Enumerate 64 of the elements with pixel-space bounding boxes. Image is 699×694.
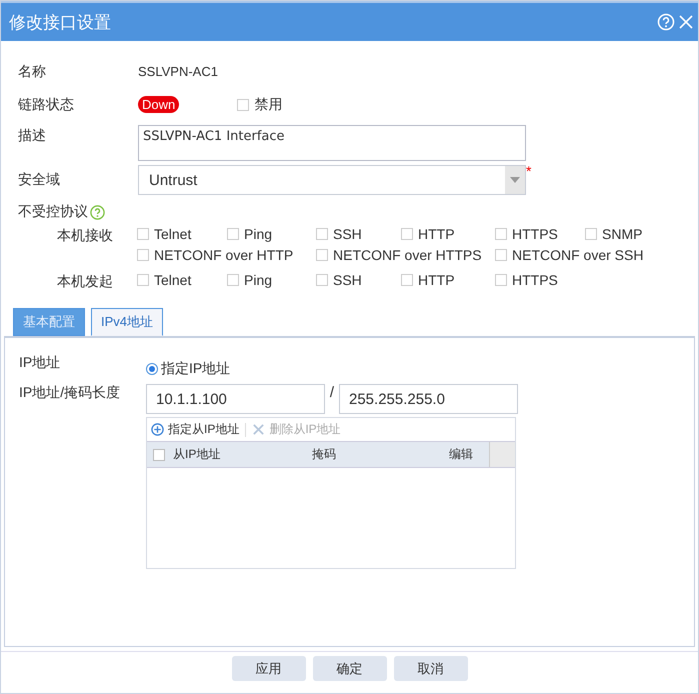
field-label: 链路状态	[18, 96, 75, 114]
checkbox[interactable]	[495, 249, 507, 261]
checkbox[interactable]	[227, 274, 239, 286]
field-label: 不受控协议	[18, 203, 88, 221]
cross-icon	[252, 423, 266, 436]
checkbox-label: HTTP	[418, 225, 455, 243]
checkbox-label: SSH	[333, 225, 362, 243]
checkbox-label: Telnet	[154, 271, 192, 289]
checkbox[interactable]	[495, 274, 507, 286]
checkbox-label: SSH	[333, 271, 362, 289]
checkbox-label: NETCONF over SSH	[512, 246, 644, 264]
checkbox[interactable]	[316, 228, 328, 240]
checkbox[interactable]	[316, 274, 328, 286]
checkbox[interactable]	[137, 228, 149, 240]
checkbox[interactable]	[316, 249, 328, 261]
dialog-button[interactable]: 取消	[394, 656, 468, 681]
column-header: 编辑	[449, 446, 474, 463]
column-header: 掩码	[312, 446, 337, 463]
checkbox[interactable]	[137, 249, 149, 261]
help-icon[interactable]	[90, 204, 105, 220]
checkbox[interactable]	[495, 228, 507, 240]
group-label: 本机发起	[57, 272, 114, 291]
radio-button[interactable]	[146, 363, 158, 375]
checkbox[interactable]	[585, 228, 597, 240]
name-value: SSLVPN-AC1	[138, 64, 218, 79]
checkbox[interactable]	[153, 448, 165, 460]
field-label: 描述	[18, 127, 47, 145]
checkbox-label: NETCONF over HTTP	[154, 246, 294, 264]
checkbox-label: Telnet	[154, 225, 192, 243]
window-title: 修改接口设置	[9, 12, 112, 34]
address-field[interactable]: 10.1.1.100	[146, 384, 325, 414]
checkbox-label: SNMP	[602, 225, 642, 243]
checkbox[interactable]	[237, 98, 250, 110]
zone-dropdown[interactable]: Untrust	[138, 165, 526, 195]
checkbox-label: HTTPS	[512, 225, 558, 243]
column-header: 从IP地址	[173, 446, 222, 463]
caret-icon[interactable]	[510, 177, 520, 183]
toolbar-button[interactable]: 指定从IP地址	[151, 421, 240, 438]
checkbox-label: Ping	[244, 271, 272, 289]
tab[interactable]: IPv4地址	[91, 308, 164, 336]
checkbox-label: 禁用	[254, 96, 282, 114]
checkbox[interactable]	[401, 274, 413, 286]
plus-icon	[151, 423, 164, 436]
radio-label[interactable]: 指定IP地址	[161, 360, 230, 378]
checkbox-label: Ping	[244, 225, 272, 243]
group-label: 本机接收	[57, 226, 114, 245]
status-badge: Down	[138, 96, 180, 113]
checkbox[interactable]	[401, 228, 413, 240]
description-field[interactable]: SSLVPN-AC1 Interface	[138, 125, 526, 161]
checkbox[interactable]	[227, 228, 239, 240]
field-label: IP地址	[19, 354, 62, 372]
required-mark: *	[526, 163, 532, 179]
field-label: IP地址/掩码长度	[19, 384, 122, 402]
mask-field[interactable]: 255.255.255.0	[339, 384, 518, 414]
field-label: 安全域	[18, 171, 61, 189]
separator: /	[328, 384, 336, 403]
dialog-button[interactable]: 确定	[312, 656, 386, 681]
close-icon[interactable]	[678, 14, 694, 30]
checkbox-label: HTTPS	[512, 271, 558, 289]
dialog-button[interactable]: 应用	[232, 656, 306, 681]
field-label: 名称	[18, 62, 47, 80]
checkbox-label: NETCONF over HTTPS	[333, 246, 482, 264]
checkbox[interactable]	[137, 274, 149, 286]
checkbox-label: HTTP	[418, 271, 455, 289]
